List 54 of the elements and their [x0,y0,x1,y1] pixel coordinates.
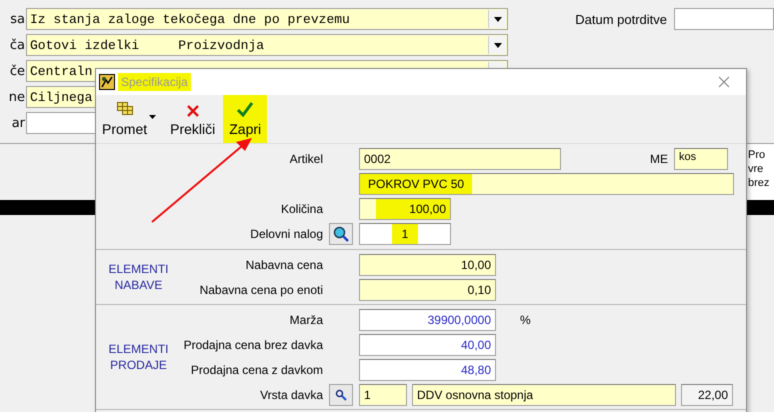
toolbar-button[interactable]: Zapri [223,95,268,143]
tax-name-field[interactable]: DDV osnovna stopnja [412,384,676,406]
price-field[interactable]: 40,00 [359,334,496,356]
section-title: ELEMENTI PRODAJE [107,341,170,374]
unit-field[interactable]: kos [674,148,728,170]
field-label: Marža [288,312,324,326]
search-button[interactable] [329,384,353,406]
toolbar-button[interactable]: Promet [96,95,162,143]
unit-label: % [520,312,531,326]
article-code-field[interactable]: 0002 [359,148,561,170]
tax-code-field[interactable]: 1 [359,384,407,406]
grid-icon [116,101,134,117]
search-button[interactable] [329,222,353,244]
field-label: ar [10,116,26,130]
section-title: ELEMENTI NABAVE [107,261,170,294]
toolbar-button[interactable]: Prekliči [164,95,222,143]
field-label: Nabavna cena po enoti [198,282,324,296]
field-label: Količina [280,202,324,216]
dropdown-field[interactable]: Iz stanja zaloge tekočega dne po prevzemu [26,8,508,30]
field-label: sa [9,12,26,26]
search-icon [333,226,349,242]
price-field[interactable]: 0,10 [359,278,496,300]
field-label: ča [8,38,26,52]
check-icon [236,101,254,117]
search-icon [335,388,347,400]
cross-icon [186,105,199,117]
field-label: Delovni nalog [249,226,324,240]
article-name-field[interactable]: POKROV PVC 50 [359,172,734,194]
field-label: Datum potrditve [575,12,667,27]
highlighted-text: 1 [392,224,418,244]
field-label: ne [8,90,26,104]
field-label: Vrsta davka [259,388,324,402]
field-label: Prodajna cena z davkom [190,362,324,376]
close-icon[interactable] [718,76,730,88]
tax-rate-field[interactable]: 22,00 [681,384,733,406]
column-header: Pro vre brez [745,144,774,200]
work-order-field[interactable]: 1 [359,222,451,244]
quantity-field[interactable]: 100,00 [359,198,451,220]
price-field[interactable]: 48,80 [359,358,496,380]
caret-icon [149,115,156,119]
price-field[interactable]: 10,00 [359,254,496,276]
highlighted-text: POKROV PVC 50 [360,174,472,194]
window-title: Specifikacija [118,73,191,91]
dropdown-arrow-icon [494,16,502,22]
date-field[interactable] [674,8,774,30]
field-label: Prodajna cena brez davka [182,338,324,352]
field-label: če [8,64,26,78]
dropdown-field[interactable]: Gotovi izdelki Proizvodnja [26,34,508,56]
field-label: ME [650,152,668,166]
dropdown-arrow-icon [494,42,502,48]
field-label: Nabavna cena [244,258,324,272]
price-field[interactable]: 39900,0000 [359,308,496,330]
field-label: Artikel [288,152,324,166]
app-icon [99,74,115,90]
